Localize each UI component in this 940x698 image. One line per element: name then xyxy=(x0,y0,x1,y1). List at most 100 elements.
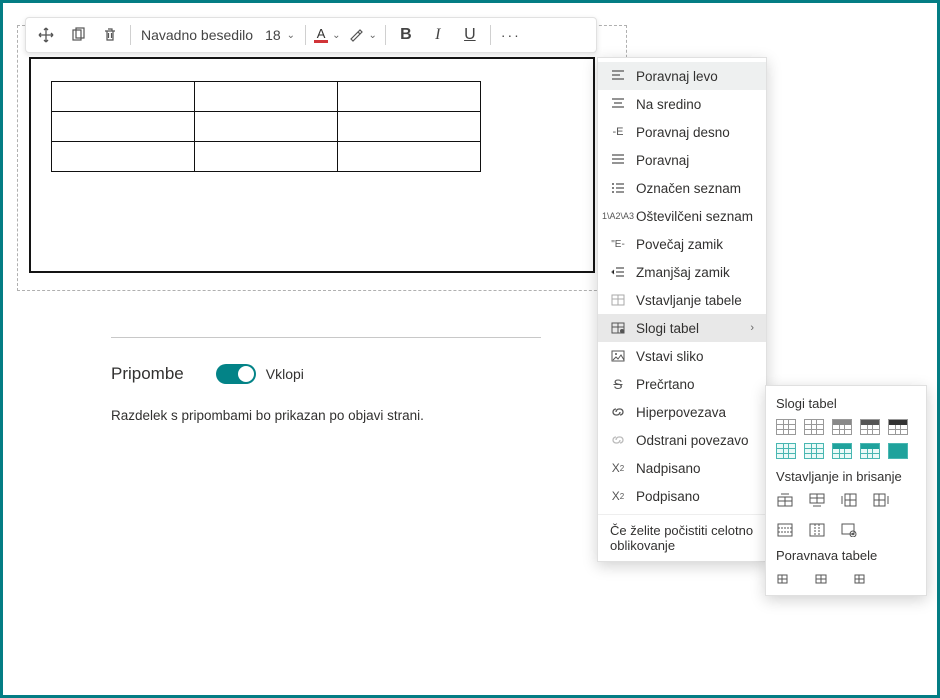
underline-button[interactable]: U xyxy=(454,19,486,51)
menu-clear-formatting[interactable]: Če želite počistiti celotno oblikovanje xyxy=(598,514,766,557)
insert-col-left-button[interactable] xyxy=(840,492,858,508)
superscript-icon: X2 xyxy=(610,460,626,476)
align-left-icon xyxy=(610,68,626,84)
delete-row-button[interactable] xyxy=(776,522,794,538)
menu-superscript[interactable]: X2 Nadpisano xyxy=(598,454,766,482)
menu-unlink[interactable]: Odstrani povezavo xyxy=(598,426,766,454)
move-icon xyxy=(38,27,54,43)
menu-label: Če želite počistiti celotno oblikovanje xyxy=(610,523,753,553)
text-style-label: Navadno besedilo xyxy=(141,27,253,43)
image-icon xyxy=(610,348,626,364)
delete-col-button[interactable] xyxy=(808,522,826,538)
text-style-picker[interactable]: Navadno besedilo xyxy=(135,27,259,43)
menu-bullet-list[interactable]: Označen seznam xyxy=(598,174,766,202)
align-center-icon xyxy=(610,96,626,112)
menu-strikethrough[interactable]: S Prečrtano xyxy=(598,370,766,398)
submenu-header-styles: Slogi tabel xyxy=(776,396,916,411)
insert-col-right-button[interactable] xyxy=(872,492,890,508)
menu-label: Slogi tabel xyxy=(636,321,699,336)
menu-indent-more[interactable]: "E- Povečaj zamik xyxy=(598,230,766,258)
table-style-swatch[interactable] xyxy=(832,443,852,459)
menu-label: Odstrani povezavo xyxy=(636,433,749,448)
menu-align-left[interactable]: Poravnaj levo xyxy=(598,62,766,90)
align-right-icon: -E xyxy=(610,124,626,140)
table-cell[interactable] xyxy=(195,82,338,112)
table-style-swatch[interactable] xyxy=(776,443,796,459)
table-style-swatch[interactable] xyxy=(888,443,908,459)
font-color-button[interactable]: A ⌄ xyxy=(310,28,344,43)
highlight-button[interactable]: ⌄ xyxy=(344,27,380,43)
table-style-swatch[interactable] xyxy=(860,419,880,435)
copy-button[interactable] xyxy=(62,19,94,51)
table-style-swatch[interactable] xyxy=(804,443,824,459)
table-cell[interactable] xyxy=(195,112,338,142)
submenu-header-align: Poravnava tabele xyxy=(776,548,916,563)
menu-label: Zmanjšaj zamik xyxy=(636,265,730,280)
menu-label: Na sredino xyxy=(636,97,701,112)
menu-align-justify[interactable]: Poravnaj xyxy=(598,146,766,174)
table-align-left-button[interactable] xyxy=(776,571,794,587)
italic-button[interactable]: I xyxy=(422,19,454,51)
menu-table-styles[interactable]: Slogi tabel › xyxy=(598,314,766,342)
menu-insert-table[interactable]: Vstavljanje tabele xyxy=(598,286,766,314)
comments-toggle[interactable] xyxy=(216,364,256,384)
bold-button[interactable]: B xyxy=(390,19,422,51)
table-style-swatch[interactable] xyxy=(776,419,796,435)
menu-align-center[interactable]: Na sredino xyxy=(598,90,766,118)
table-cell[interactable] xyxy=(338,112,481,142)
text-toolbar: Navadno besedilo 18 ⌄ A ⌄ ⌄ B I U ··· xyxy=(25,17,597,53)
comments-toggle-label: Vklopi xyxy=(266,366,304,382)
menu-label: Vstavljanje tabele xyxy=(636,293,742,308)
table-style-swatch[interactable] xyxy=(832,419,852,435)
chevron-down-icon: ⌄ xyxy=(332,30,340,41)
table-cell[interactable] xyxy=(52,112,195,142)
menu-number-list[interactable]: 1\A2\A3 Oštevilčeni seznam xyxy=(598,202,766,230)
editor-canvas[interactable] xyxy=(29,57,595,273)
table-cell[interactable] xyxy=(338,142,481,172)
move-button[interactable] xyxy=(30,19,62,51)
table-style-swatch[interactable] xyxy=(888,419,908,435)
table-align-center-button[interactable] xyxy=(812,571,830,587)
table-cell[interactable] xyxy=(52,142,195,172)
table-cell[interactable] xyxy=(338,82,481,112)
delete-table-button[interactable] xyxy=(840,522,858,538)
chevron-down-icon: ⌄ xyxy=(368,30,376,41)
menu-subscript[interactable]: X2 Podpisano xyxy=(598,482,766,510)
trash-icon xyxy=(102,27,118,43)
comments-section: Pripombe Vklopi Razdelek s pripombami bo… xyxy=(111,337,541,423)
copy-icon xyxy=(70,27,86,43)
menu-label: Poravnaj levo xyxy=(636,69,718,84)
content-table[interactable] xyxy=(51,81,481,172)
toolbar-divider xyxy=(385,25,386,45)
table-style-swatch[interactable] xyxy=(804,419,824,435)
submenu-header-insert-delete: Vstavljanje in brisanje xyxy=(776,469,916,484)
menu-indent-less[interactable]: Zmanjšaj zamik xyxy=(598,258,766,286)
chevron-down-icon: ⌄ xyxy=(287,30,295,41)
highlight-icon xyxy=(348,27,364,43)
table-cell[interactable] xyxy=(52,82,195,112)
menu-label: Poravnaj desno xyxy=(636,125,730,140)
indent-more-icon: "E- xyxy=(610,236,626,252)
font-size-picker[interactable]: 18 ⌄ xyxy=(259,27,301,43)
insert-row-above-button[interactable] xyxy=(776,492,794,508)
comments-title: Pripombe xyxy=(111,364,184,384)
more-button[interactable]: ··· xyxy=(495,19,527,51)
toolbar-divider xyxy=(305,25,306,45)
menu-hyperlink[interactable]: Hiperpovezava xyxy=(598,398,766,426)
table-cell[interactable] xyxy=(195,142,338,172)
menu-label: Nadpisano xyxy=(636,461,701,476)
table-align-right-button[interactable] xyxy=(848,571,866,587)
toolbar-divider xyxy=(130,25,131,45)
menu-insert-image[interactable]: Vstavi sliko xyxy=(598,342,766,370)
divider xyxy=(111,337,541,338)
table-style-swatch[interactable] xyxy=(860,443,880,459)
table-ops-grid xyxy=(776,492,916,538)
font-color-icon: A xyxy=(317,28,326,40)
menu-align-right[interactable]: -E Poravnaj desno xyxy=(598,118,766,146)
insert-row-below-button[interactable] xyxy=(808,492,826,508)
font-color-swatch xyxy=(314,40,328,43)
delete-button[interactable] xyxy=(94,19,126,51)
subscript-icon: X2 xyxy=(610,488,626,504)
more-dropdown: Poravnaj levo Na sredino -E Poravnaj des… xyxy=(597,57,767,562)
menu-label: Prečrtano xyxy=(636,377,695,392)
